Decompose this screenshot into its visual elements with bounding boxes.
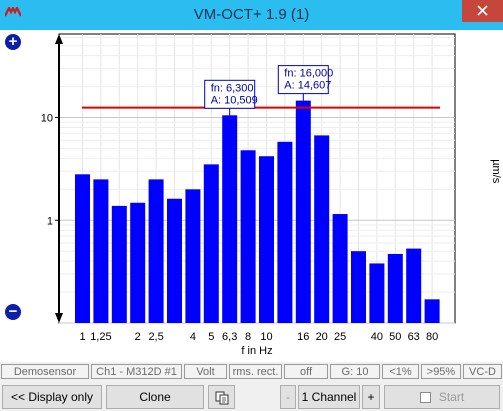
copy-button[interactable]	[208, 385, 235, 409]
status-gain: G: 10	[330, 364, 380, 379]
bar	[203, 164, 219, 323]
title-bar: VM-OCT+ 1.9 (1)	[0, 0, 503, 30]
spectrum-panel: + − 1 10 1 1,25 2 2,5 4 5 6,3 8 10 16 20 25 40 50 63 80 f …	[0, 30, 503, 362]
bar	[369, 263, 385, 323]
bar	[240, 150, 256, 323]
x-tick-label: 80	[426, 331, 438, 343]
bar	[222, 115, 238, 323]
status-mode: rms. rect.	[229, 364, 282, 379]
status-coupling: VC-D	[463, 364, 502, 379]
bar	[75, 174, 90, 323]
bar	[406, 248, 422, 323]
x-tick-label: 50	[389, 331, 401, 343]
bar	[111, 205, 127, 323]
toolbar: << Display only Clone - 1 Channel + Star…	[0, 382, 503, 411]
annotation-text: fn: 6,300	[211, 82, 254, 94]
close-button[interactable]	[462, 0, 503, 22]
copy-icon	[215, 391, 228, 405]
x-tick-label: 8	[245, 331, 251, 343]
bar	[130, 202, 146, 323]
x-tick-label: 20	[316, 331, 328, 343]
x-tick-label: 1,25	[90, 331, 111, 343]
window-title: VM-OCT+ 1.9 (1)	[193, 6, 310, 23]
bar	[351, 251, 366, 323]
status-low: <1%	[382, 364, 419, 379]
bar	[295, 100, 311, 323]
spectrum-chart: 1 10 1 1,25 2 2,5 4 5 6,3 8 10 16 20 25 40 50 63 80 f in H…	[41, 33, 502, 357]
x-tick-label: 16	[297, 331, 309, 343]
x-tick-label: 2	[135, 331, 141, 343]
clone-button[interactable]: Clone	[106, 385, 204, 409]
bar	[332, 214, 348, 323]
status-state: off	[284, 364, 328, 379]
bar	[185, 189, 201, 323]
x-tick-label: 2,5	[148, 331, 163, 343]
x-axis-label: f in Hz	[241, 345, 272, 357]
annotation-text: fn: 16,000	[284, 68, 333, 80]
bar	[167, 198, 182, 323]
x-tick-label: 10	[260, 331, 272, 343]
y-axis-label: µm/s	[490, 159, 502, 184]
x-tick-label: 1	[79, 331, 85, 343]
channel-increase-button[interactable]: +	[362, 385, 380, 409]
start-button[interactable]: Start	[384, 385, 500, 409]
channel-decrease-button[interactable]: -	[280, 385, 296, 409]
annotation-text: A: 14,607	[284, 80, 331, 92]
bar	[259, 156, 274, 323]
bar	[93, 179, 109, 323]
x-tick-label: 6,3	[222, 331, 237, 343]
x-tick-label: 4	[190, 331, 196, 343]
status-bar: Demosensor Ch1 - M312D #1 Volt rms. rect…	[0, 362, 503, 380]
checkbox-icon	[419, 392, 431, 404]
bar	[148, 179, 164, 323]
bar	[314, 135, 330, 323]
status-channel: Ch1 - M312D #1	[91, 364, 182, 379]
status-high: >95%	[421, 364, 461, 379]
status-sensor: Demosensor	[1, 364, 89, 379]
status-unit: Volt	[184, 364, 227, 379]
x-tick-label: 40	[371, 331, 383, 343]
x-tick-label: 5	[208, 331, 214, 343]
bar	[424, 299, 440, 323]
bar	[277, 141, 293, 323]
y-tick-label: 10	[41, 113, 53, 125]
y-tick-label: 1	[47, 215, 53, 227]
start-label: Start	[438, 390, 465, 404]
bar	[387, 253, 403, 323]
x-tick-label: 63	[408, 331, 420, 343]
annotation-text: A: 10,509	[211, 94, 258, 106]
channel-count: 1 Channel	[298, 385, 360, 409]
display-only-button[interactable]: << Display only	[2, 385, 102, 409]
close-icon	[477, 5, 488, 16]
x-tick-label: 25	[334, 331, 346, 343]
